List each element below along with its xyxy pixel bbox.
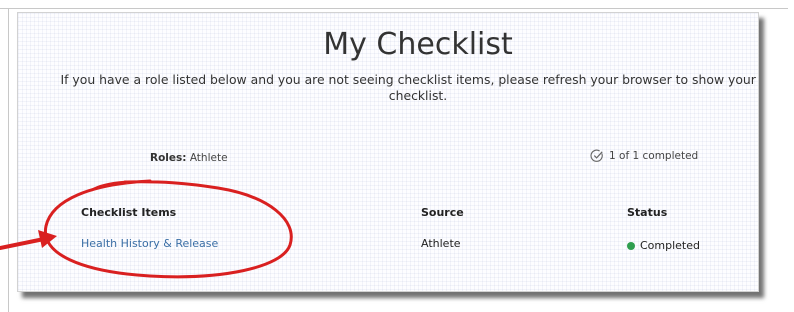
refresh-notice: If you have a role listed below and you … bbox=[38, 72, 759, 104]
checklist-panel: My Checklist If you have a role listed b… bbox=[17, 12, 759, 292]
roles-value: Athlete bbox=[189, 152, 228, 164]
page-title: My Checklist bbox=[323, 27, 513, 62]
completed-count: 1 of 1 completed bbox=[609, 150, 699, 162]
row-status: Completed bbox=[627, 239, 700, 252]
row-status-label: Completed bbox=[640, 239, 700, 252]
roles-label: Roles: bbox=[150, 152, 187, 164]
checklist-item-link[interactable]: Health History & Release bbox=[81, 237, 218, 250]
frame-top-border bbox=[0, 8, 788, 9]
notice-line-1: If you have a role listed below and you … bbox=[60, 72, 759, 87]
completion-summary: 1 of 1 completed bbox=[590, 149, 698, 163]
column-header-status: Status bbox=[627, 206, 668, 219]
column-header-source: Source bbox=[421, 206, 464, 219]
frame-left-border bbox=[8, 8, 9, 312]
notice-line-2: checklist. bbox=[388, 88, 448, 103]
circle-check-icon bbox=[590, 149, 604, 163]
row-source: Athlete bbox=[421, 237, 461, 250]
screenshot-stage: My Checklist If you have a role listed b… bbox=[0, 0, 794, 312]
status-dot-icon bbox=[627, 241, 635, 250]
roles-summary: Roles: Athlete bbox=[150, 152, 228, 164]
column-header-checklist-items: Checklist Items bbox=[81, 206, 177, 219]
